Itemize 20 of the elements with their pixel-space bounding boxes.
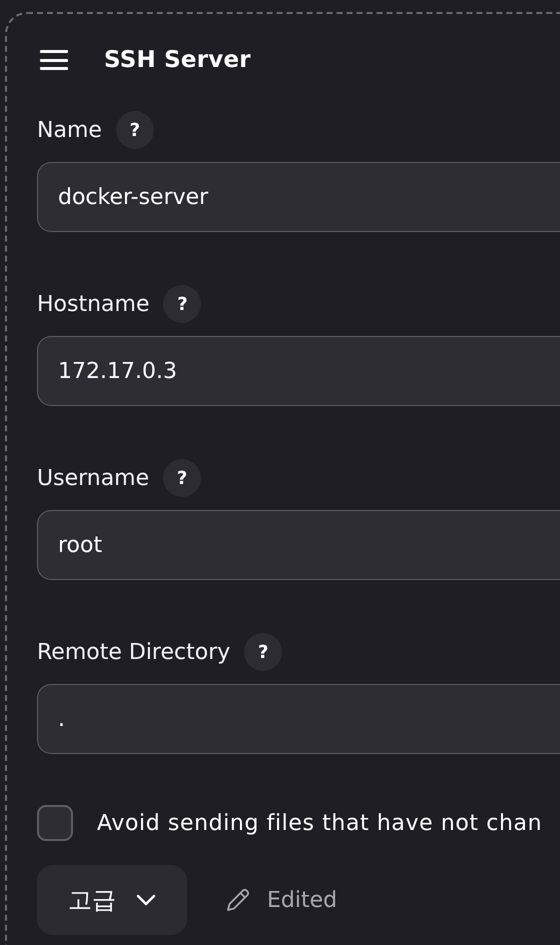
- field-label: Name: [37, 118, 102, 142]
- caret-icon: [136, 894, 156, 906]
- help-button[interactable]: ?: [163, 285, 202, 323]
- input-field[interactable]: 172.17.0.3: [37, 336, 560, 406]
- help-button[interactable]: ?: [244, 633, 282, 671]
- field-label: Username: [37, 466, 150, 490]
- help-button[interactable]: ?: [163, 459, 202, 497]
- input-field[interactable]: root: [37, 510, 560, 580]
- help-button[interactable]: ?: [116, 111, 154, 149]
- edited-status: Edited: [267, 888, 338, 912]
- panel-title: SSH Server: [104, 47, 251, 73]
- advanced-button[interactable]: 고급: [37, 865, 187, 935]
- menu-icon[interactable]: [40, 50, 68, 70]
- input-field[interactable]: .: [37, 684, 560, 754]
- input-field[interactable]: docker-server: [37, 162, 560, 232]
- checkbox-label: Avoid sending files that have not chan: [97, 810, 542, 836]
- field-label: Hostname: [37, 292, 150, 316]
- pencil-icon: [225, 887, 251, 913]
- field-label: Remote Directory: [37, 640, 230, 664]
- checkbox[interactable]: [37, 805, 73, 841]
